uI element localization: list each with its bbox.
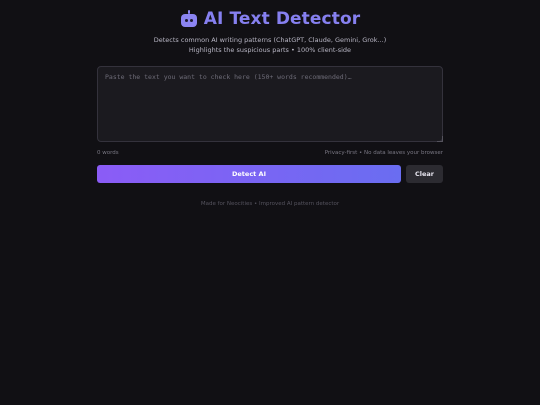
privacy-note: Privacy-first • No data leaves your brow… (324, 150, 443, 156)
page-subtitle: Detects common AI writing patterns (Chat… (0, 36, 540, 55)
footer: Made for Neocities • Improved AI pattern… (200, 201, 340, 207)
clear-button[interactable]: Clear (406, 165, 443, 183)
detect-ai-button[interactable]: Detect AI (97, 165, 401, 183)
page-title: AI Text Detector (203, 9, 361, 29)
resize-handle[interactable] (437, 136, 443, 142)
word-count: 0 words (97, 150, 119, 156)
header: AI Text Detector (0, 9, 540, 29)
subtitle-line-2: Highlights the suspicious parts • 100% c… (188, 45, 352, 54)
meta-row: 0 words Privacy-first • No data leaves y… (97, 150, 443, 156)
robot-icon (180, 10, 198, 28)
subtitle-line-1: Detects common AI writing patterns (Chat… (153, 36, 387, 44)
text-input[interactable] (97, 66, 443, 142)
page: AI Text Detector Detects common AI writi… (0, 0, 540, 405)
